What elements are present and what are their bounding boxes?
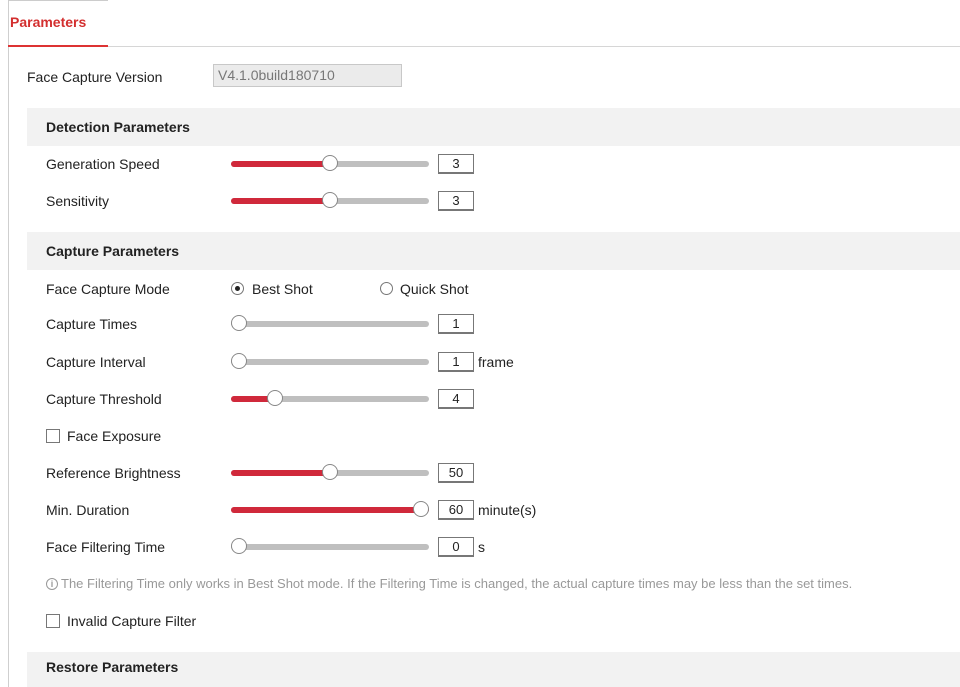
slider-handle[interactable] xyxy=(231,353,247,369)
min-duration-label: Min. Duration xyxy=(46,502,130,518)
detection-section-title: Detection Parameters xyxy=(46,119,190,135)
slider-handle[interactable] xyxy=(266,390,283,406)
best-shot-label[interactable]: Best Shot xyxy=(252,277,313,301)
restore-section-header: Restore Parameters xyxy=(27,652,960,687)
generation-speed-slider[interactable] xyxy=(231,155,429,171)
restore-section-title: Restore Parameters xyxy=(46,659,179,675)
capture-times-slider[interactable] xyxy=(231,315,429,331)
face-filtering-time-slider[interactable] xyxy=(231,538,429,554)
min-duration-input[interactable]: 60 xyxy=(438,500,474,520)
face-exposure-row: Face Exposure xyxy=(0,424,960,448)
reference-brightness-slider[interactable] xyxy=(231,464,429,480)
info-icon: i xyxy=(46,578,58,590)
sensitivity-slider[interactable] xyxy=(231,192,429,208)
sensitivity-input[interactable]: 3 xyxy=(438,191,474,211)
reference-brightness-input[interactable]: 50 xyxy=(438,463,474,483)
tab-parameters[interactable]: Parameters xyxy=(8,0,109,47)
slider-handle[interactable] xyxy=(231,538,247,554)
face-exposure-label[interactable]: Face Exposure xyxy=(67,424,161,448)
slider-fill xyxy=(231,161,330,167)
best-shot-radio[interactable] xyxy=(231,282,244,295)
face-filtering-time-unit: s xyxy=(478,539,485,555)
min-duration-slider[interactable] xyxy=(231,501,429,517)
capture-interval-input[interactable]: 1 xyxy=(438,352,474,372)
capture-times-input[interactable]: 1 xyxy=(438,314,474,334)
capture-threshold-row: Capture Threshold 4 xyxy=(0,387,960,411)
capture-threshold-label: Capture Threshold xyxy=(46,391,162,407)
sensitivity-row: Sensitivity 3 xyxy=(0,189,960,213)
slider-fill xyxy=(231,198,330,204)
quick-shot-label[interactable]: Quick Shot xyxy=(400,277,468,301)
version-field: V4.1.0build180710 xyxy=(213,64,402,87)
capture-section-title: Capture Parameters xyxy=(46,243,180,259)
face-capture-mode-label: Face Capture Mode xyxy=(46,281,170,297)
invalid-capture-filter-row: Invalid Capture Filter xyxy=(0,609,960,633)
capture-interval-row: Capture Interval 1 frame xyxy=(0,350,960,374)
slider-track xyxy=(231,544,429,550)
slider-fill xyxy=(231,470,330,476)
slider-track xyxy=(231,321,429,327)
capture-times-label: Capture Times xyxy=(46,316,138,332)
capture-interval-unit: frame xyxy=(478,354,514,370)
face-filtering-time-label: Face Filtering Time xyxy=(46,539,166,555)
version-label: Face Capture Version xyxy=(27,69,163,85)
reference-brightness-row: Reference Brightness 50 xyxy=(0,461,960,485)
detection-section-header: Detection Parameters xyxy=(27,108,960,146)
sensitivity-label: Sensitivity xyxy=(46,193,110,209)
slider-handle[interactable] xyxy=(322,192,338,208)
slider-handle[interactable] xyxy=(322,155,338,171)
slider-track xyxy=(231,359,429,365)
face-exposure-checkbox[interactable] xyxy=(46,429,60,443)
invalid-capture-filter-checkbox[interactable] xyxy=(46,614,60,628)
slider-fill xyxy=(231,507,429,513)
capture-threshold-input[interactable]: 4 xyxy=(438,389,474,409)
tab-bar: Parameters xyxy=(8,0,960,47)
generation-speed-row: Generation Speed 3 xyxy=(0,152,960,176)
capture-interval-slider[interactable] xyxy=(231,353,429,369)
min-duration-row: Min. Duration 60 minute(s) xyxy=(0,498,960,522)
face-capture-mode-row: Face Capture Mode Best Shot Quick Shot xyxy=(0,277,960,301)
face-filtering-time-row: Face Filtering Time 0 s xyxy=(0,535,960,559)
quick-shot-radio[interactable] xyxy=(380,282,393,295)
version-row: Face Capture Version V4.1.0build180710 xyxy=(0,64,960,89)
capture-threshold-slider[interactable] xyxy=(231,390,429,406)
generation-speed-input[interactable]: 3 xyxy=(438,154,474,174)
capture-section-header: Capture Parameters xyxy=(27,232,960,270)
generation-speed-label: Generation Speed xyxy=(46,156,160,172)
slider-handle[interactable] xyxy=(322,464,338,480)
filtering-note-row: i The Filtering Time only works in Best … xyxy=(0,572,960,596)
filtering-note: The Filtering Time only works in Best Sh… xyxy=(61,576,853,591)
face-filtering-time-input[interactable]: 0 xyxy=(438,537,474,557)
capture-interval-label: Capture Interval xyxy=(46,354,146,370)
reference-brightness-label: Reference Brightness xyxy=(46,465,181,481)
slider-handle[interactable] xyxy=(413,501,429,517)
min-duration-unit: minute(s) xyxy=(478,502,537,518)
slider-handle[interactable] xyxy=(231,315,247,331)
capture-times-row: Capture Times 1 xyxy=(0,312,960,336)
invalid-capture-filter-label[interactable]: Invalid Capture Filter xyxy=(67,609,196,633)
